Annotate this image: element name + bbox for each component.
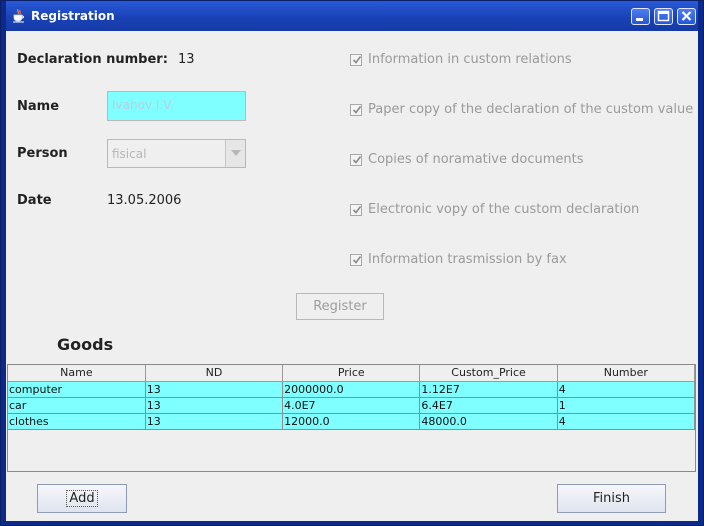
person-combobox[interactable]: fisical [107,139,246,168]
table-cell[interactable]: 4.0E7 [282,397,421,414]
table-cell[interactable]: 13 [145,413,284,430]
check-icon [352,256,362,264]
date-value: 13.05.2006 [107,193,182,208]
table-cell[interactable]: 13 [145,381,284,398]
table-cell[interactable]: car [8,397,146,414]
table-cell[interactable]: 12000.0 [282,413,421,430]
column-header-price[interactable]: Price [282,365,421,382]
java-cup-icon [13,9,24,23]
column-header-nd[interactable]: ND [145,365,284,382]
maximize-button[interactable] [654,8,673,25]
person-label: Person [17,146,68,161]
checkbox-box[interactable] [350,54,362,66]
maximize-icon [657,10,670,22]
goods-table[interactable]: Name ND Price Custom_Price Number comput… [7,364,696,472]
table-cell[interactable]: 2000000.0 [282,381,421,398]
declaration-number-label: Declaration number: [17,52,168,67]
declaration-number-value: 13 [178,52,195,67]
person-dropdown-button[interactable] [225,140,245,167]
column-header-number[interactable]: Number [557,365,696,382]
person-selected-value: fisical [112,147,147,161]
table-cell[interactable]: 4 [557,381,696,398]
close-icon [681,11,692,21]
add-button-label: Add [66,490,98,507]
name-field[interactable]: Ivanov I.V. [107,91,246,121]
check-icon [352,56,362,64]
check-icon [352,206,362,214]
table-row[interactable]: computer 13 2000000.0 1.12E7 4 [8,381,696,398]
table-row[interactable]: clothes 13 12000.0 48000.0 4 [8,413,696,430]
checkbox-label: Information trasmission by fax [368,252,567,267]
table-cell[interactable]: 4 [557,413,696,430]
checkbox-label: Information in custom relations [368,52,572,67]
minimize-icon [636,18,643,21]
check-icon [352,156,362,164]
add-button[interactable]: Add [37,484,127,513]
checkbox-label: Paper copy of the declaration of the cus… [368,102,694,117]
checkbox-box[interactable] [350,154,362,166]
checkbox-box[interactable] [350,104,362,116]
checkbox-label: Electronic vopy of the custom declaratio… [368,202,640,217]
content-panel: Declaration number: 13 Name Ivanov I.V. … [6,31,698,521]
name-label: Name [17,99,60,114]
table-row[interactable]: car 13 4.0E7 6.4E7 1 [8,397,696,414]
title-bar[interactable]: Registration [6,1,698,31]
finish-button[interactable]: Finish [557,484,666,513]
checkbox-box[interactable] [350,204,362,216]
table-cell[interactable]: clothes [8,413,146,430]
table-cell[interactable]: 48000.0 [419,413,558,430]
column-header-name[interactable]: Name [8,365,146,382]
checkbox-box[interactable] [350,254,362,266]
registration-window: Registration Declaration number: 13 Name… [0,0,704,526]
check-icon [352,106,362,114]
register-button[interactable]: Register [296,293,384,320]
checkbox-label: Copies of noramative documents [368,152,584,167]
chevron-down-icon [231,150,241,156]
table-cell[interactable]: 13 [145,397,284,414]
column-header-custom-price[interactable]: Custom_Price [419,365,558,382]
close-button[interactable] [677,8,696,25]
table-cell[interactable]: 1 [557,397,696,414]
table-cell[interactable]: 6.4E7 [419,397,558,414]
table-header-row: Name ND Price Custom_Price Number [8,365,696,382]
minimize-button[interactable] [631,8,650,25]
date-label: Date [17,193,52,208]
goods-title: Goods [57,335,114,354]
table-cell[interactable]: computer [8,381,146,398]
window-title: Registration [31,9,115,23]
table-cell[interactable]: 1.12E7 [419,381,558,398]
